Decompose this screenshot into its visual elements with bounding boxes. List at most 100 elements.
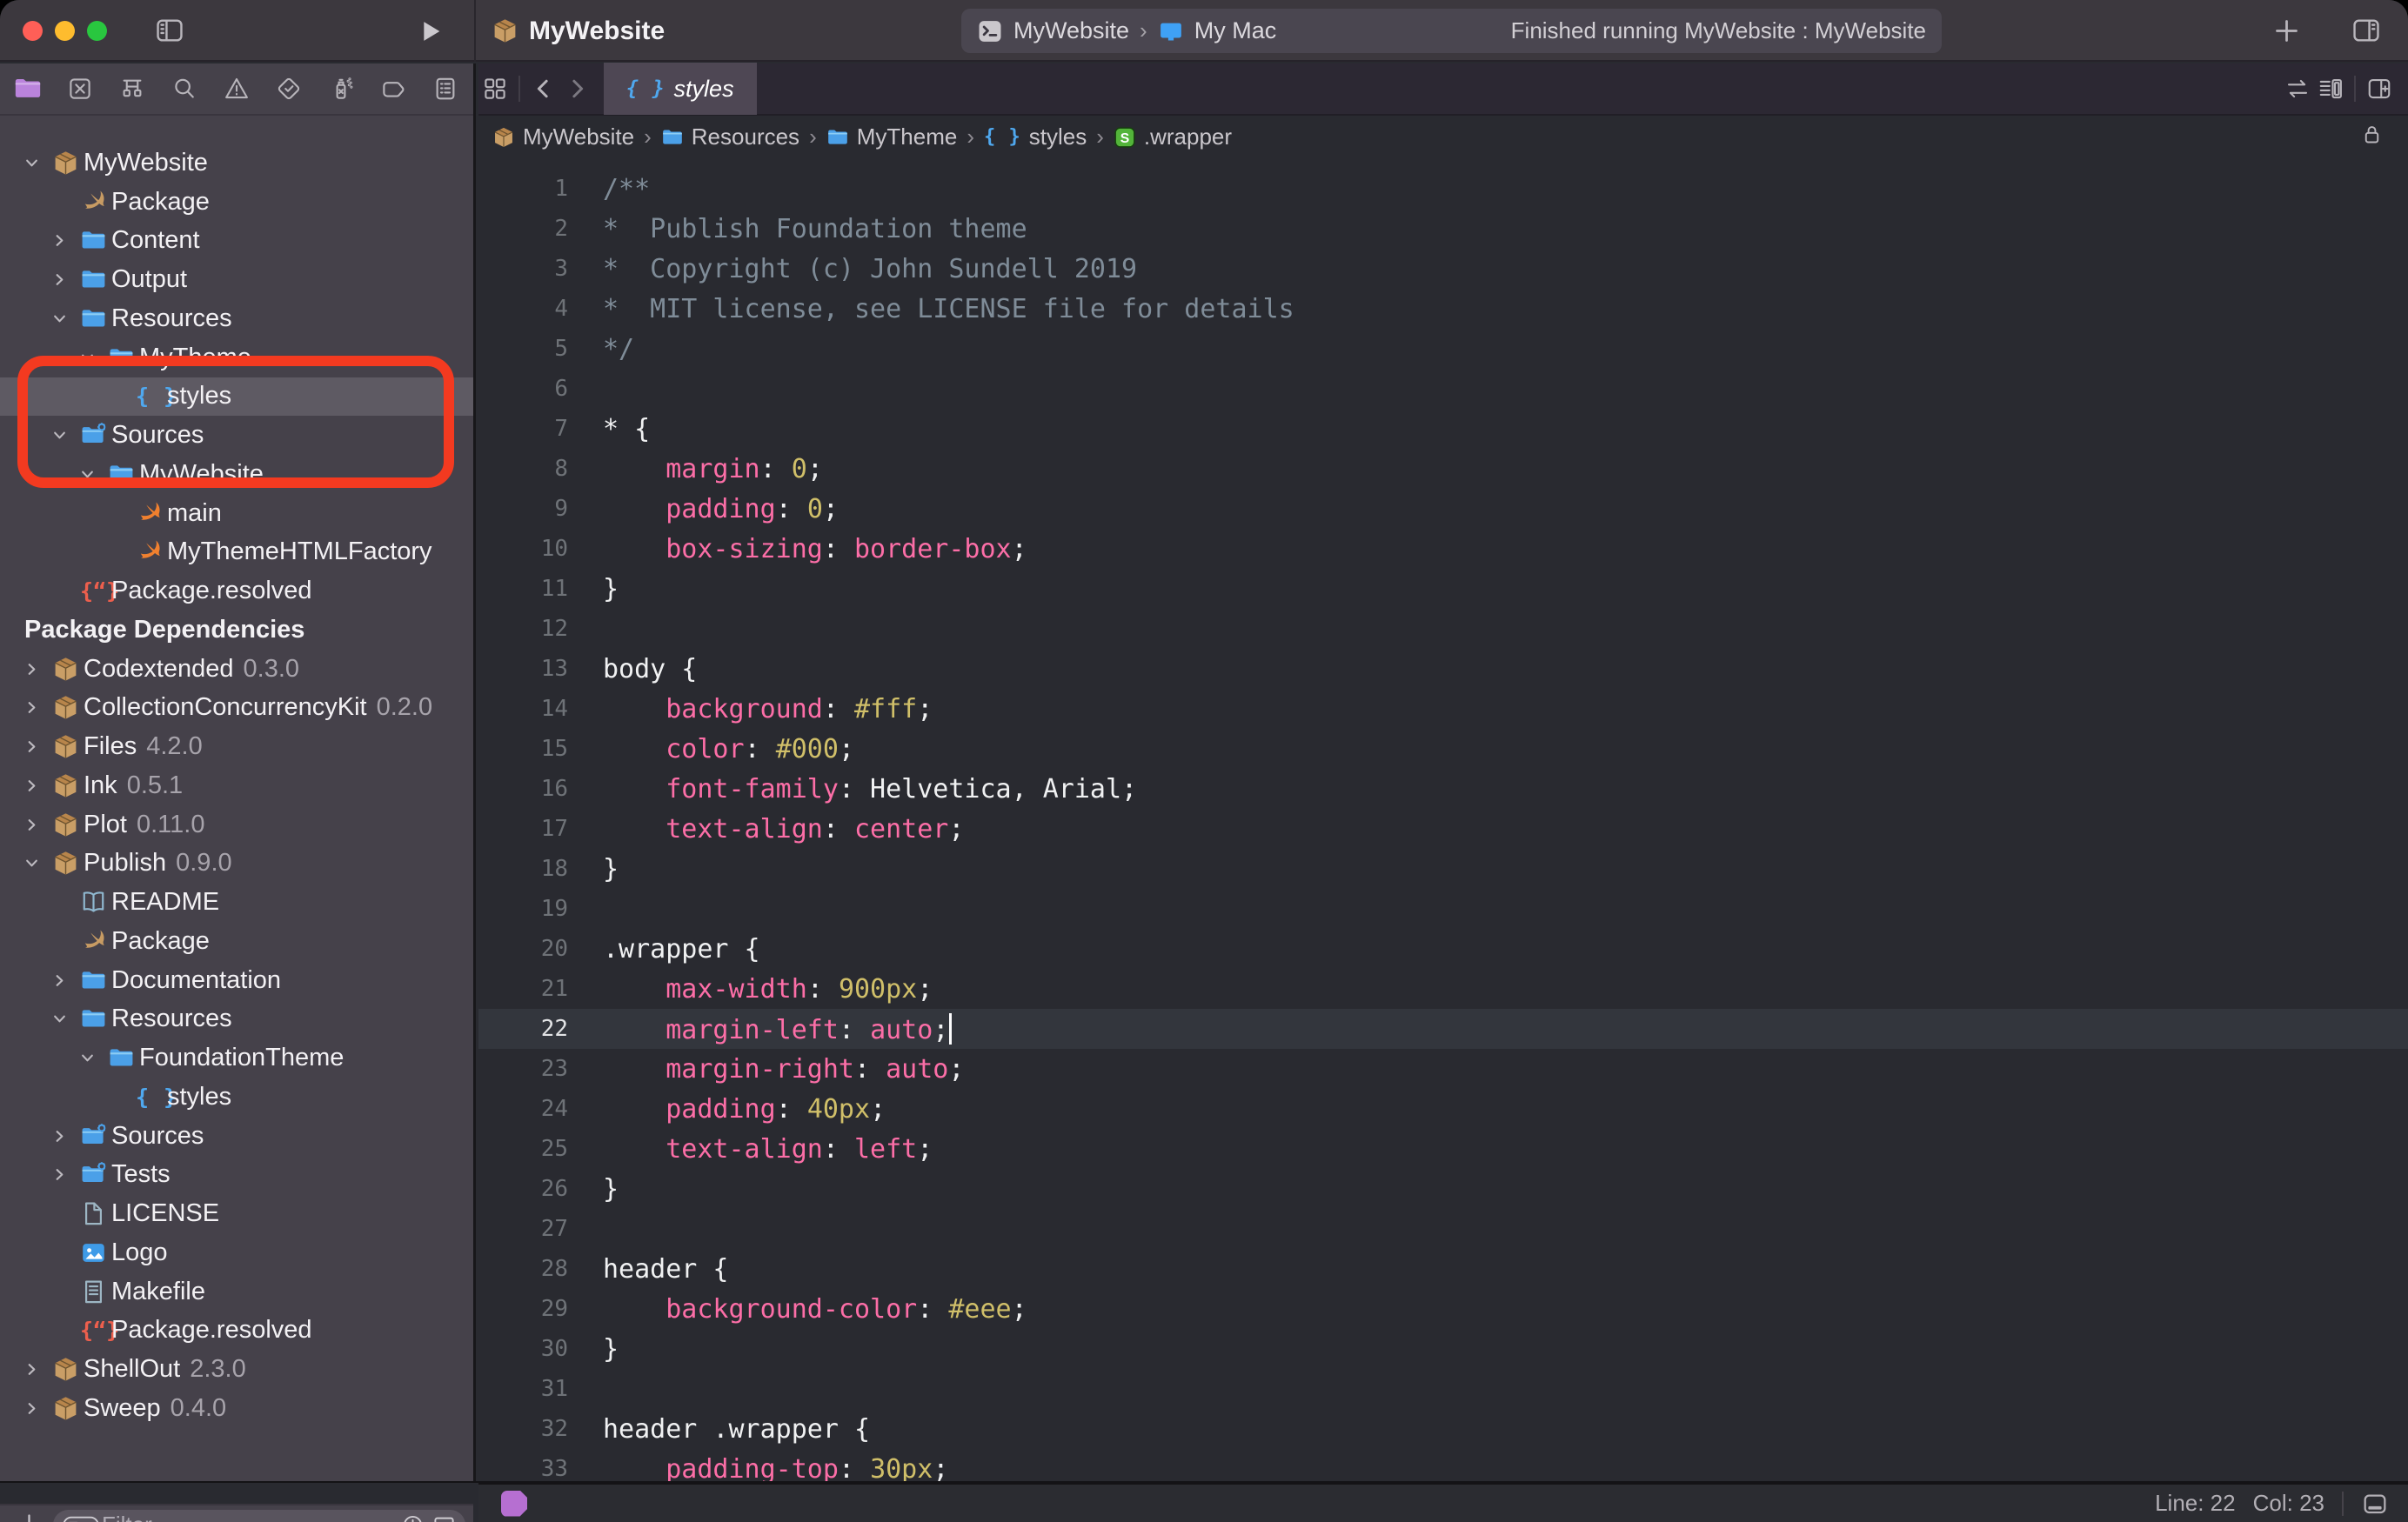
- editor-options-icon[interactable]: [2349, 16, 2384, 45]
- tree-item-main[interactable]: main: [0, 494, 473, 533]
- code-line-17[interactable]: 17 text-align: center;: [478, 809, 2408, 849]
- forward-button[interactable]: [560, 72, 593, 105]
- code-line-3[interactable]: 3* Copyright (c) John Sundell 2019: [478, 249, 2408, 289]
- add-file-button[interactable]: [17, 1512, 41, 1522]
- code-line-26[interactable]: 26}: [478, 1169, 2408, 1209]
- close-button[interactable]: [23, 21, 43, 41]
- tree-item-plot[interactable]: Plot0.11.0: [0, 805, 473, 844]
- run-button[interactable]: [416, 17, 444, 45]
- tree-item-mythemehtmlfactory[interactable]: MyThemeHTMLFactory: [0, 533, 473, 572]
- tree-item-output[interactable]: Output: [0, 260, 473, 299]
- scheme-name[interactable]: MyWebsite: [1013, 17, 1129, 44]
- tree-item-tests[interactable]: Tests: [0, 1156, 473, 1195]
- code-line-5[interactable]: 5*/: [478, 329, 2408, 369]
- disclosure-chevron-icon[interactable]: [80, 1051, 108, 1065]
- line-number[interactable]: 4: [478, 296, 568, 322]
- disclosure-chevron-icon[interactable]: [24, 1362, 52, 1377]
- line-number[interactable]: 12: [478, 616, 568, 642]
- line-number[interactable]: 6: [478, 376, 568, 402]
- breadcrumb-wrapper[interactable]: S.wrapper: [1114, 123, 1232, 150]
- disclosure-chevron-icon[interactable]: [24, 662, 52, 677]
- line-number[interactable]: 33: [478, 1456, 568, 1482]
- line-number[interactable]: 11: [478, 576, 568, 602]
- code-line-7[interactable]: 7* {: [478, 409, 2408, 449]
- recents-clock-icon[interactable]: [401, 1513, 425, 1522]
- tree-item-files[interactable]: Files4.2.0: [0, 727, 473, 766]
- disclosure-chevron-icon[interactable]: [24, 778, 52, 793]
- line-number[interactable]: 26: [478, 1176, 568, 1202]
- code-line-23[interactable]: 23 margin-right: auto;: [478, 1049, 2408, 1089]
- disclosure-chevron-icon[interactable]: [24, 1401, 52, 1416]
- code-line-25[interactable]: 25 text-align: left;: [478, 1129, 2408, 1169]
- line-number[interactable]: 24: [478, 1096, 568, 1122]
- disclosure-chevron-icon[interactable]: [52, 1011, 80, 1026]
- tree-item-sweep[interactable]: Sweep0.4.0: [0, 1389, 473, 1428]
- filter-field[interactable]: [53, 1510, 465, 1522]
- code-line-4[interactable]: 4* MIT license, see LICENSE file for det…: [478, 289, 2408, 329]
- scm-status-filter-icon[interactable]: [431, 1513, 457, 1522]
- tree-item-sources[interactable]: Sources: [0, 416, 473, 455]
- disclosure-chevron-icon[interactable]: [52, 973, 80, 988]
- disclosure-chevron-icon[interactable]: [80, 350, 108, 365]
- code-line-24[interactable]: 24 padding: 40px;: [478, 1089, 2408, 1129]
- tree-item-package.resolved[interactable]: {“}Package.resolved: [0, 1312, 473, 1351]
- code-line-9[interactable]: 9 padding: 0;: [478, 489, 2408, 529]
- disclosure-chevron-icon[interactable]: [24, 700, 52, 715]
- issue-navigator-icon[interactable]: [220, 72, 253, 105]
- code-review-icon[interactable]: [2281, 72, 2314, 105]
- line-number[interactable]: 8: [478, 456, 568, 482]
- code-line-28[interactable]: 28header {: [478, 1249, 2408, 1289]
- back-button[interactable]: [527, 72, 560, 105]
- code-line-32[interactable]: 32header .wrapper {: [478, 1409, 2408, 1449]
- line-number[interactable]: 29: [478, 1296, 568, 1322]
- related-items-icon[interactable]: [478, 72, 512, 105]
- code-line-18[interactable]: 18}: [478, 849, 2408, 889]
- disclosure-chevron-icon[interactable]: [52, 428, 80, 443]
- code-line-13[interactable]: 13body {: [478, 649, 2408, 689]
- disclosure-chevron-icon[interactable]: [24, 818, 52, 832]
- disclosure-chevron-icon[interactable]: [24, 856, 52, 871]
- breadcrumb-mytheme[interactable]: MyTheme: [826, 123, 958, 150]
- report-navigator-icon[interactable]: [429, 72, 462, 105]
- line-number[interactable]: 3: [478, 256, 568, 282]
- symbol-navigator-icon[interactable]: [116, 72, 149, 105]
- tree-item-readme[interactable]: README: [0, 883, 473, 922]
- code-line-14[interactable]: 14 background: #fff;: [478, 689, 2408, 729]
- scheme-status-bar[interactable]: MyWebsite › My Mac Finished running MyWe…: [961, 9, 1942, 53]
- line-number[interactable]: 23: [478, 1056, 568, 1082]
- tree-item-ink[interactable]: Ink0.5.1: [0, 766, 473, 805]
- disclosure-chevron-icon[interactable]: [24, 739, 52, 754]
- breadcrumb-resources[interactable]: Resources: [661, 123, 799, 150]
- line-number[interactable]: 31: [478, 1376, 568, 1402]
- disclosure-chevron-icon[interactable]: [52, 1129, 80, 1144]
- tree-item-resources[interactable]: Resources: [0, 299, 473, 338]
- find-navigator-icon[interactable]: [168, 72, 201, 105]
- tree-item-collectionconcurrencykit[interactable]: CollectionConcurrencyKit0.2.0: [0, 689, 473, 728]
- add-button[interactable]: [2272, 17, 2301, 45]
- line-number[interactable]: 25: [478, 1136, 568, 1162]
- tree-item-foundationtheme[interactable]: FoundationTheme: [0, 1038, 473, 1078]
- tree-item-package[interactable]: Package: [0, 922, 473, 961]
- line-number[interactable]: 32: [478, 1416, 568, 1442]
- line-number[interactable]: 1: [478, 176, 568, 202]
- tree-item-mywebsite[interactable]: MyWebsite: [0, 144, 473, 183]
- disclosure-chevron-icon[interactable]: [52, 311, 80, 326]
- code-line-29[interactable]: 29 background-color: #eee;: [478, 1289, 2408, 1329]
- line-number[interactable]: 27: [478, 1216, 568, 1242]
- code-line-21[interactable]: 21 max-width: 900px;: [478, 969, 2408, 1009]
- tree-item-mywebsite[interactable]: MyWebsite: [0, 455, 473, 494]
- line-number[interactable]: 7: [478, 416, 568, 442]
- toggle-sidebar-icon[interactable]: [153, 16, 186, 45]
- line-number[interactable]: 16: [478, 776, 568, 802]
- minimap-adjust-icon[interactable]: [2314, 72, 2347, 105]
- line-number[interactable]: 20: [478, 936, 568, 962]
- code-line-19[interactable]: 19: [478, 889, 2408, 929]
- code-editor[interactable]: 1/**2* Publish Foundation theme3* Copyri…: [478, 157, 2408, 1504]
- line-number[interactable]: 22: [478, 1016, 568, 1042]
- source-control-navigator-icon[interactable]: [64, 72, 97, 105]
- code-line-27[interactable]: 27: [478, 1209, 2408, 1249]
- disclosure-chevron-icon[interactable]: [52, 233, 80, 248]
- code-line-30[interactable]: 30}: [478, 1329, 2408, 1369]
- line-number[interactable]: 15: [478, 736, 568, 762]
- code-line-20[interactable]: 20.wrapper {: [478, 929, 2408, 969]
